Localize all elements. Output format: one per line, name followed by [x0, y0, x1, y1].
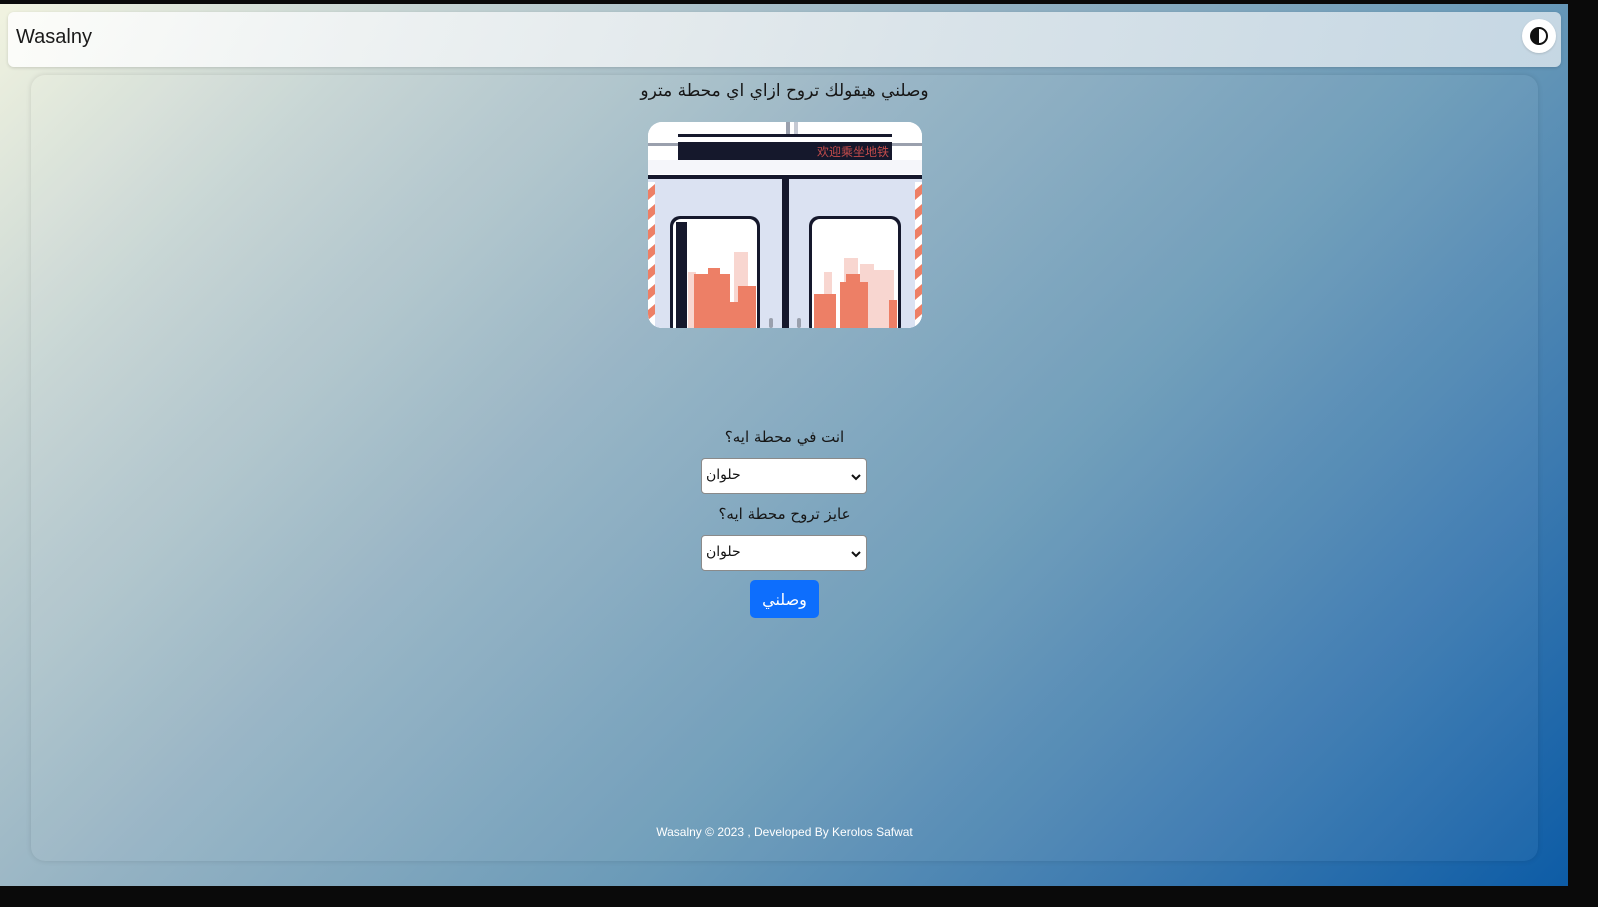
- chevron-down-icon: [851, 551, 861, 558]
- metro-illustration: 欢迎乘坐地铁: [648, 122, 922, 328]
- navbar: Wasalny: [8, 12, 1561, 67]
- from-station-value: حلوان: [706, 467, 741, 483]
- contrast-icon: [1530, 27, 1548, 45]
- submit-button[interactable]: وصلني: [750, 580, 819, 618]
- to-station-label: عايز تروح محطة ايه؟: [718, 505, 851, 523]
- sign-text: 欢迎乘坐地铁: [817, 144, 889, 159]
- to-station-value: حلوان: [706, 544, 741, 560]
- footer-text: Wasalny © 2023 , Developed By Kerolos Sa…: [656, 825, 913, 839]
- from-station-select[interactable]: حلوان: [701, 458, 867, 494]
- theme-toggle-button[interactable]: [1522, 19, 1556, 53]
- main-card: وصلني هيقولك تروح ازاي اي محطة مترو 欢迎乘坐…: [31, 75, 1538, 861]
- page-background: Wasalny وصلني هيقولك تروح ازاي اي محطة م…: [0, 4, 1568, 886]
- from-station-label: انت في محطة ايه؟: [724, 428, 845, 446]
- chevron-down-icon: [851, 474, 861, 481]
- brand-logo[interactable]: Wasalny: [16, 26, 92, 49]
- to-station-select[interactable]: حلوان: [701, 535, 867, 571]
- page-headline: وصلني هيقولك تروح ازاي اي محطة مترو: [640, 81, 929, 101]
